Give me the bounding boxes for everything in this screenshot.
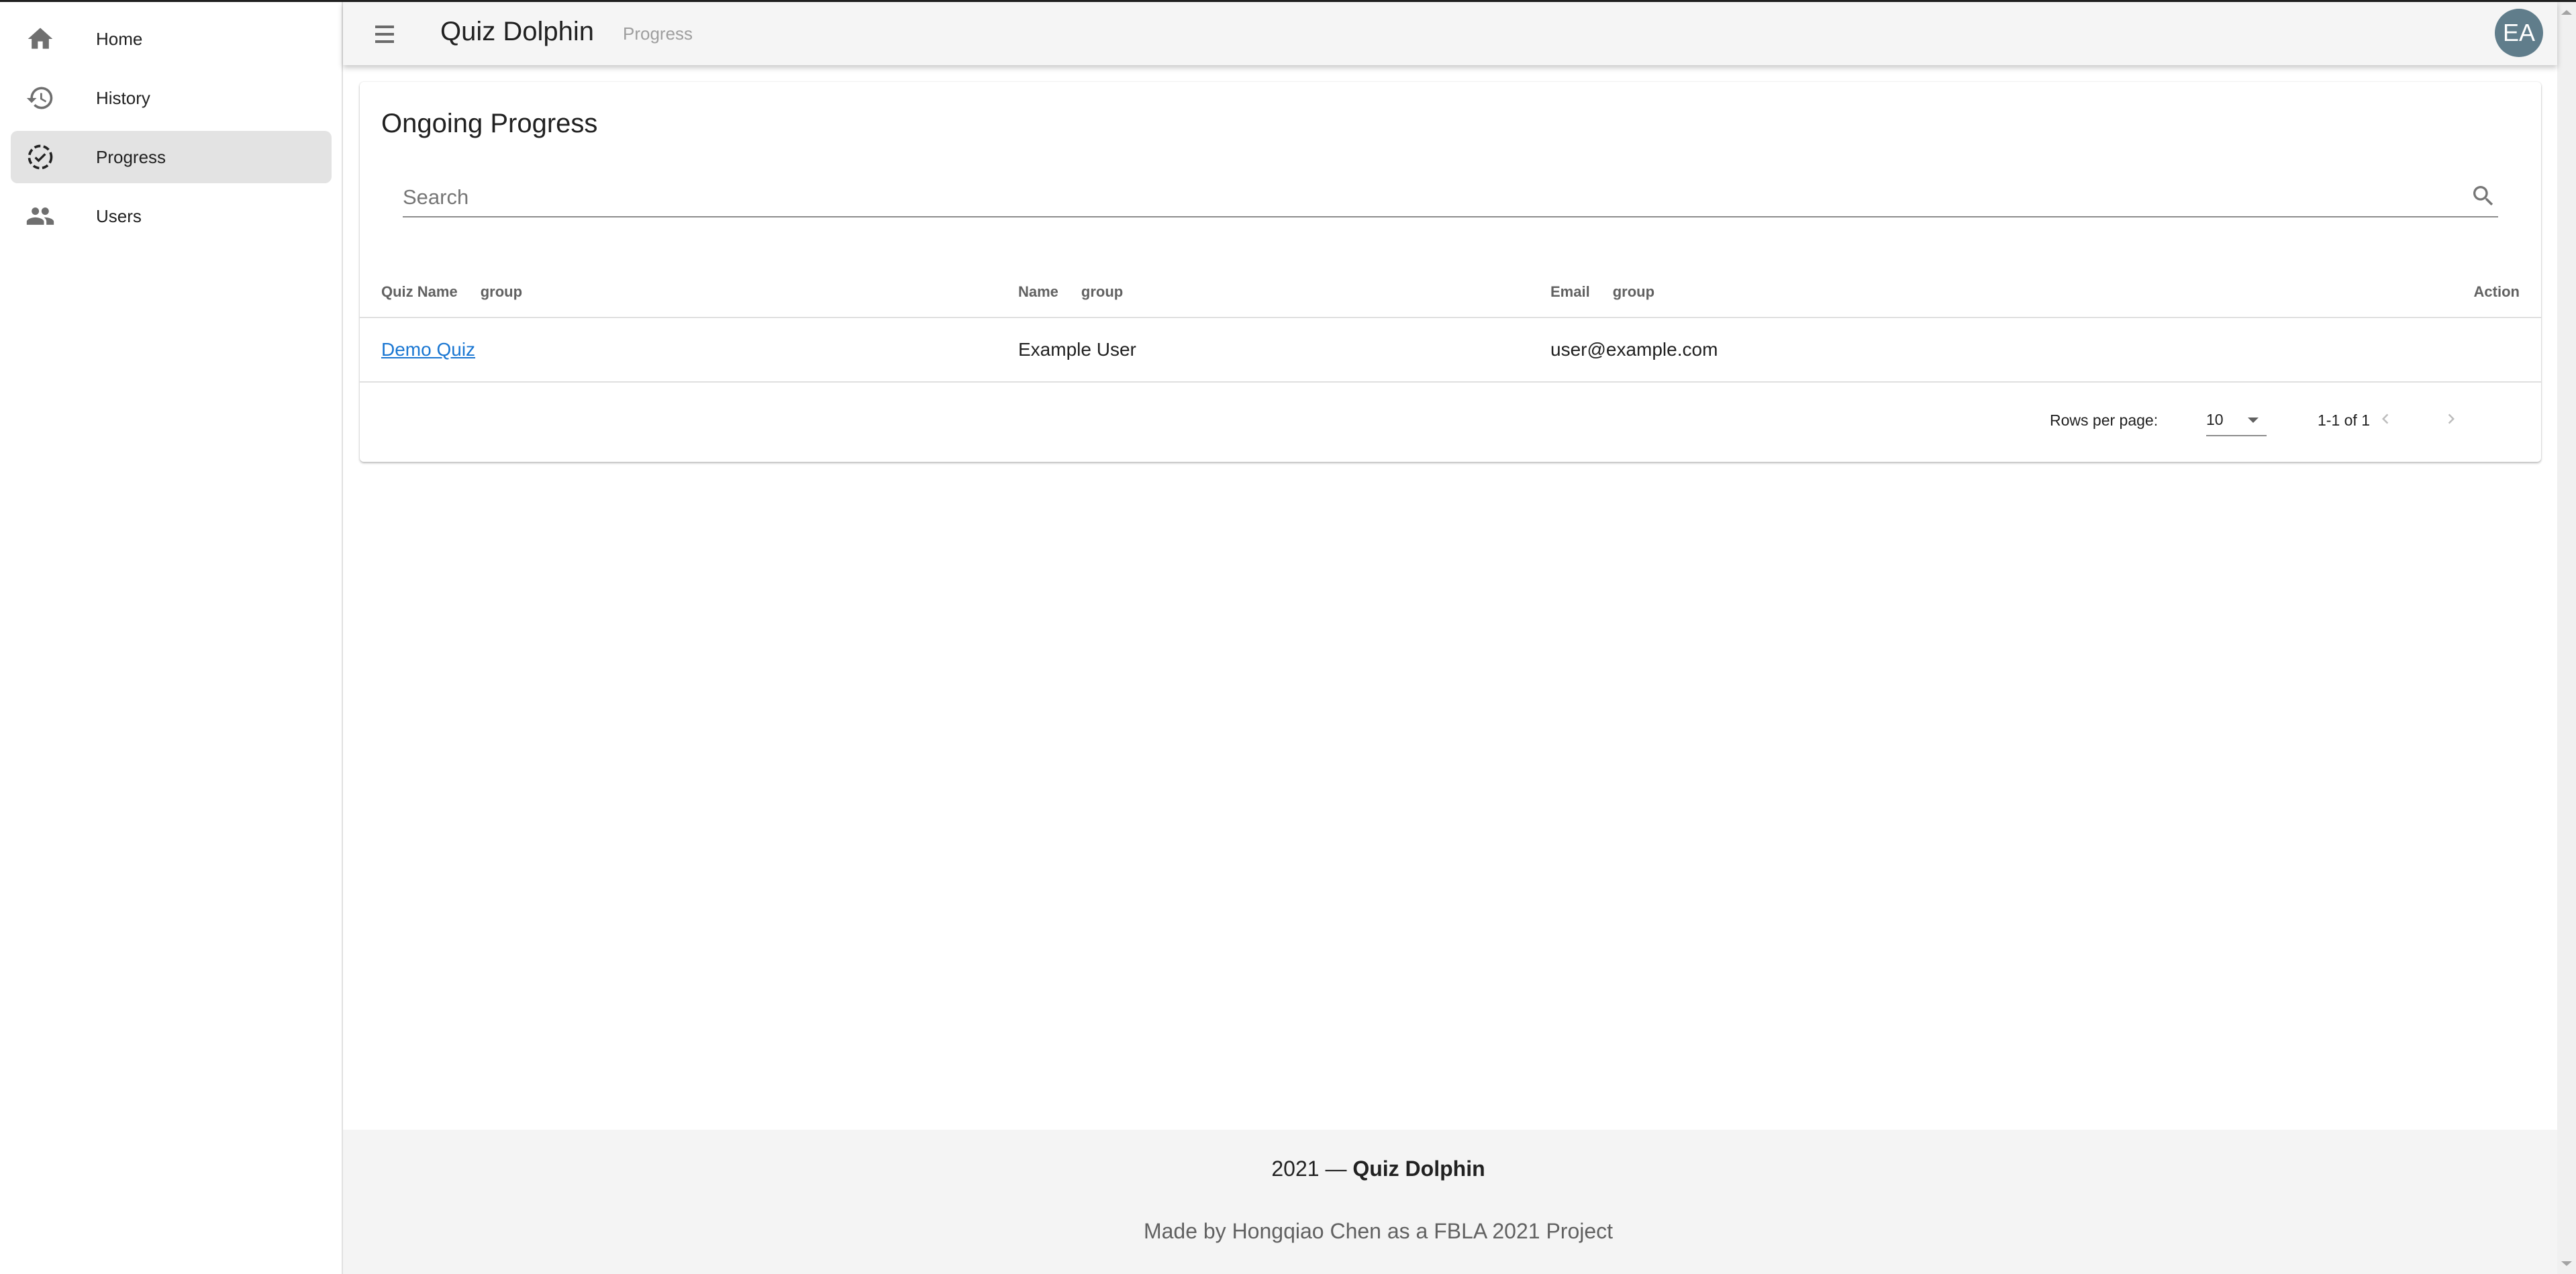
group-toggle[interactable]: group: [1613, 283, 1654, 300]
dropdown-arrow-icon: [2248, 418, 2259, 423]
search-icon[interactable]: [2470, 183, 2497, 209]
app-bar: Quiz Dolphin Progress EA: [343, 2, 2557, 65]
users-icon: [24, 200, 56, 232]
search-input[interactable]: [403, 183, 2443, 212]
sidebar: Home History Progress Users: [0, 2, 343, 1274]
column-header-quiz-name[interactable]: Quiz Name group: [381, 283, 522, 301]
sidebar-item-progress[interactable]: Progress: [11, 131, 332, 183]
avatar[interactable]: EA: [2495, 9, 2543, 57]
rows-per-page-select[interactable]: 10: [2206, 407, 2267, 436]
progress-card: Ongoing Progress Quiz Namegroup Namegrou…: [360, 82, 2541, 462]
home-icon: [24, 23, 56, 55]
sidebar-item-home[interactable]: Home: [11, 13, 332, 65]
sidebar-item-label: Progress: [96, 146, 166, 167]
scroll-up-arrow-icon[interactable]: [2561, 10, 2572, 15]
previous-page-button[interactable]: [2369, 403, 2401, 435]
column-header-action: Action: [2473, 283, 2520, 300]
scrollbar[interactable]: [2557, 2, 2576, 1274]
menu-icon[interactable]: [370, 19, 399, 49]
footer-credit: Made by Hongqiao Chen as a FBLA 2021 Pro…: [1143, 1219, 1614, 1243]
next-page-button[interactable]: [2435, 403, 2467, 435]
group-toggle[interactable]: group: [1081, 283, 1123, 300]
sidebar-item-label: Home: [96, 28, 143, 49]
sidebar-item-users[interactable]: Users: [11, 190, 332, 242]
history-icon: [24, 82, 56, 114]
page-title: Ongoing Progress: [381, 109, 598, 138]
cell-quiz-name: Demo Quiz: [381, 339, 475, 360]
sidebar-item-label: Users: [96, 205, 142, 226]
group-toggle[interactable]: group: [481, 283, 522, 300]
footer-copyright: 2021 — Quiz Dolphin: [1271, 1157, 1485, 1181]
table-header: Quiz Name group Name group Email group Acti…: [360, 264, 2541, 318]
column-header-email[interactable]: Email group: [1550, 283, 1654, 301]
scroll-down-arrow-icon[interactable]: [2561, 1261, 2572, 1266]
quiz-link[interactable]: Demo Quiz: [381, 339, 475, 360]
rows-per-page-label: Rows per page:: [2050, 411, 2159, 429]
page-breadcrumb: Progress: [623, 23, 693, 44]
page-range: 1-1 of 1: [2318, 411, 2370, 429]
chevron-right-icon: [2448, 413, 2455, 424]
cell-name: Example User: [1018, 339, 1136, 360]
chevron-left-icon: [2382, 413, 2389, 424]
cell-email: user@example.com: [1550, 339, 1718, 360]
footer-brand: Quiz Dolphin: [1352, 1157, 1485, 1181]
progress-check-icon: [24, 141, 56, 173]
sidebar-item-label: History: [96, 87, 150, 108]
table-row: Demo Quiz Example User user@example.com: [360, 317, 2541, 383]
search-field: [403, 180, 2498, 217]
pagination: Rows per page: 10 1-1 of 1: [360, 383, 2541, 460]
column-header-name[interactable]: Name group: [1018, 283, 1123, 301]
footer: 2021 — Quiz Dolphin Made by Hongqiao Che…: [343, 1130, 2557, 1274]
sidebar-item-history[interactable]: History: [11, 72, 332, 124]
app-title: Quiz Dolphin: [440, 17, 595, 46]
